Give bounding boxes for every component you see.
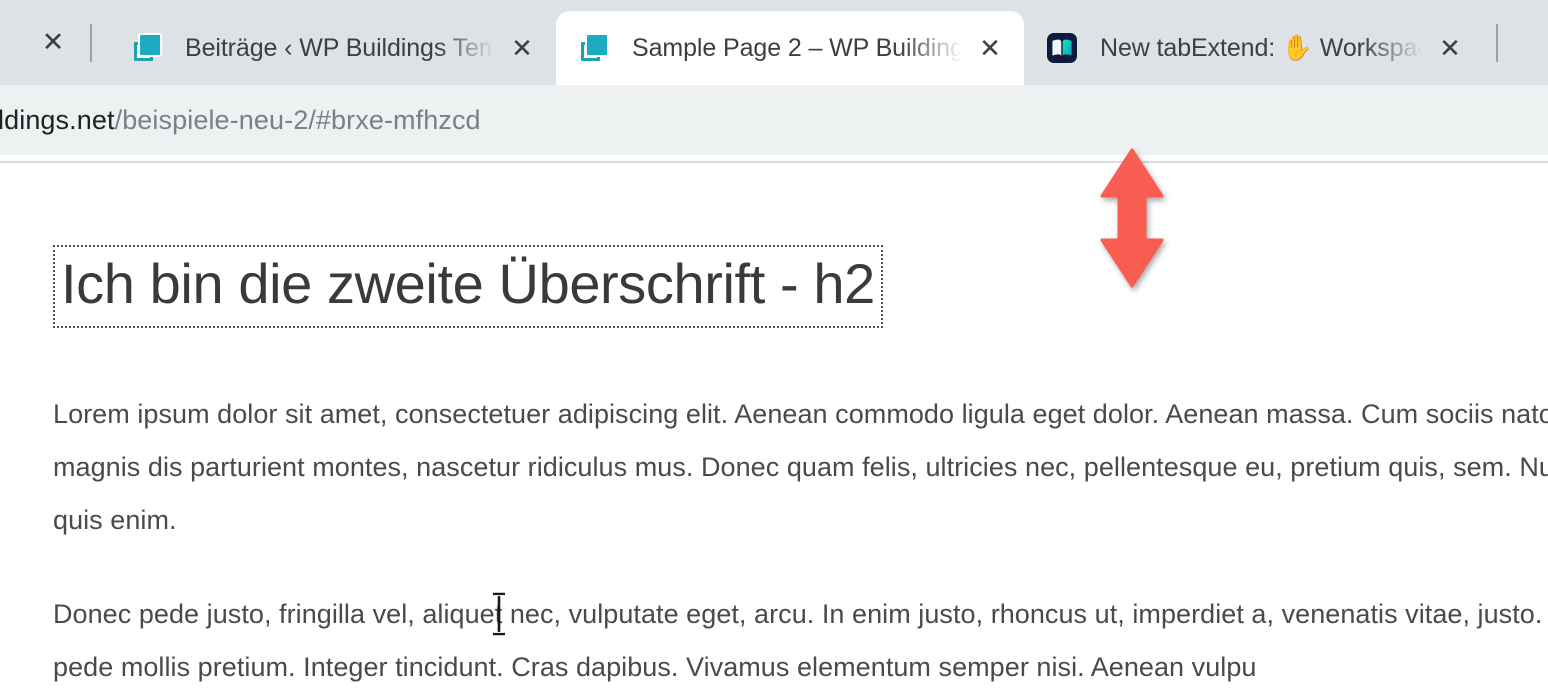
tab-close-icon[interactable]: ✕ [970, 28, 1010, 68]
teal-pages-icon [578, 32, 610, 64]
tab-close-icon[interactable]: ✕ [502, 28, 542, 68]
url-host: ldings.net [0, 104, 115, 135]
tab-strip: ✕ Beiträge ‹ WP Buildings Templa ✕ [0, 0, 1548, 85]
page-viewport: Ich bin die zweite Überschrift - h2 Lore… [0, 163, 1548, 694]
tab-close-icon[interactable]: ✕ [1430, 28, 1470, 68]
paragraph-2: Donec pede justo, fringilla vel, aliquet… [53, 588, 1548, 694]
browser-tab-beitraege[interactable]: Beiträge ‹ WP Buildings Templa ✕ [109, 11, 556, 85]
tab-strip-leading-controls: ✕ [0, 0, 109, 85]
paragraph-line: pede mollis pretium. Integer tincidunt. … [53, 651, 1257, 682]
omnibox[interactable]: ldings.net/beispiele-neu-2/#brxe-mfhzcd [0, 85, 1548, 155]
paragraph-1: Lorem ipsum dolor sit amet, consectetuer… [53, 388, 1548, 547]
page-heading: Ich bin die zweite Überschrift - h2 [61, 252, 875, 315]
tab-title: Sample Page 2 – WP Buildings [632, 34, 960, 62]
teal-pages-icon [131, 32, 163, 64]
tab-strip-trailing-divider [1496, 24, 1498, 62]
page-content: Ich bin die zweite Überschrift - h2 Lore… [0, 163, 1548, 694]
url-path: /beispiele-neu-2/#brxe-mfhzcd [114, 104, 481, 135]
navy-book-app-icon [1046, 32, 1078, 64]
browser-tab-sample-page-2[interactable]: Sample Page 2 – WP Buildings ✕ [556, 11, 1024, 85]
tab-title: New tabExtend: ✋ Workspace [1100, 34, 1420, 62]
tab-title: Beiträge ‹ WP Buildings Templa [185, 34, 492, 62]
browser-window: ✕ Beiträge ‹ WP Buildings Templa ✕ [0, 0, 1548, 694]
url-text[interactable]: ldings.net/beispiele-neu-2/#brxe-mfhzcd [0, 104, 481, 135]
paragraph-line: Donec pede justo, fringilla vel, aliquet… [53, 598, 1548, 629]
tab-divider [90, 23, 92, 62]
heading-selection-outline[interactable]: Ich bin die zweite Überschrift - h2 [53, 245, 883, 328]
paragraph-line: magnis dis parturient montes, nascetur r… [53, 451, 1548, 482]
paragraph-line: quis enim. [53, 504, 177, 535]
leading-close-icon[interactable]: ✕ [36, 26, 70, 60]
paragraph-line: Lorem ipsum dolor sit amet, consectetuer… [53, 398, 1548, 429]
browser-tab-tabextend-workspace[interactable]: New tabExtend: ✋ Workspace ✕ [1024, 11, 1484, 85]
